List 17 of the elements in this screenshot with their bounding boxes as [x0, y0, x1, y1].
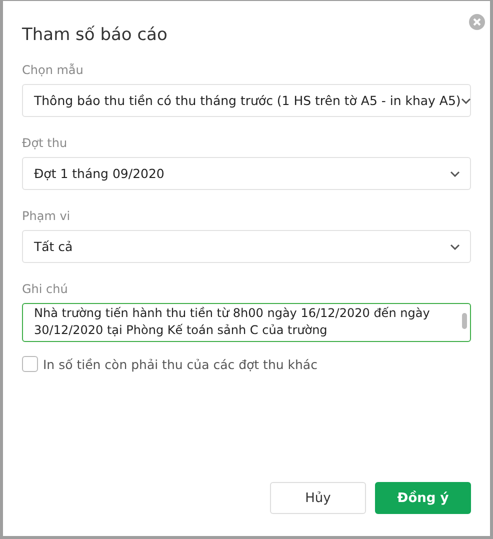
checkbox[interactable] — [22, 356, 38, 372]
chevron-down-icon — [450, 244, 460, 250]
dropdown-field[interactable]: Đợt 1 tháng 09/2020 — [22, 157, 471, 190]
field-label: Phạm vi — [22, 209, 72, 223]
note-textarea[interactable]: Nhà trường tiến hành thu tiền từ 8h00 ngày 16/12/2020 đến ngày 30/12/2020 tại Phòng Kế toán sảnh C của trường — [22, 303, 471, 342]
field-label: Chọn mẫu — [22, 63, 84, 77]
field-label: Đợt thu — [22, 136, 68, 150]
close-icon[interactable] — [469, 14, 485, 30]
chevron-down-icon — [450, 170, 460, 176]
chevron-down-icon — [460, 98, 471, 104]
field-label: Ghi chú — [22, 282, 69, 296]
cancel-button[interactable]: Hủy — [270, 482, 366, 514]
dropdown-field[interactable]: Thông báo thu tiền có thu tháng trước (1 HS trên tờ A5 - in khay A5) — [22, 84, 471, 117]
dropdown-field[interactable]: Tất cả — [22, 230, 471, 263]
scrollbar-thumb[interactable] — [462, 313, 467, 329]
checkbox-label: In số tiền còn phải thu của các đợt thu khác — [43, 356, 318, 372]
dialog-title: Tham số báo cáo — [22, 25, 168, 45]
